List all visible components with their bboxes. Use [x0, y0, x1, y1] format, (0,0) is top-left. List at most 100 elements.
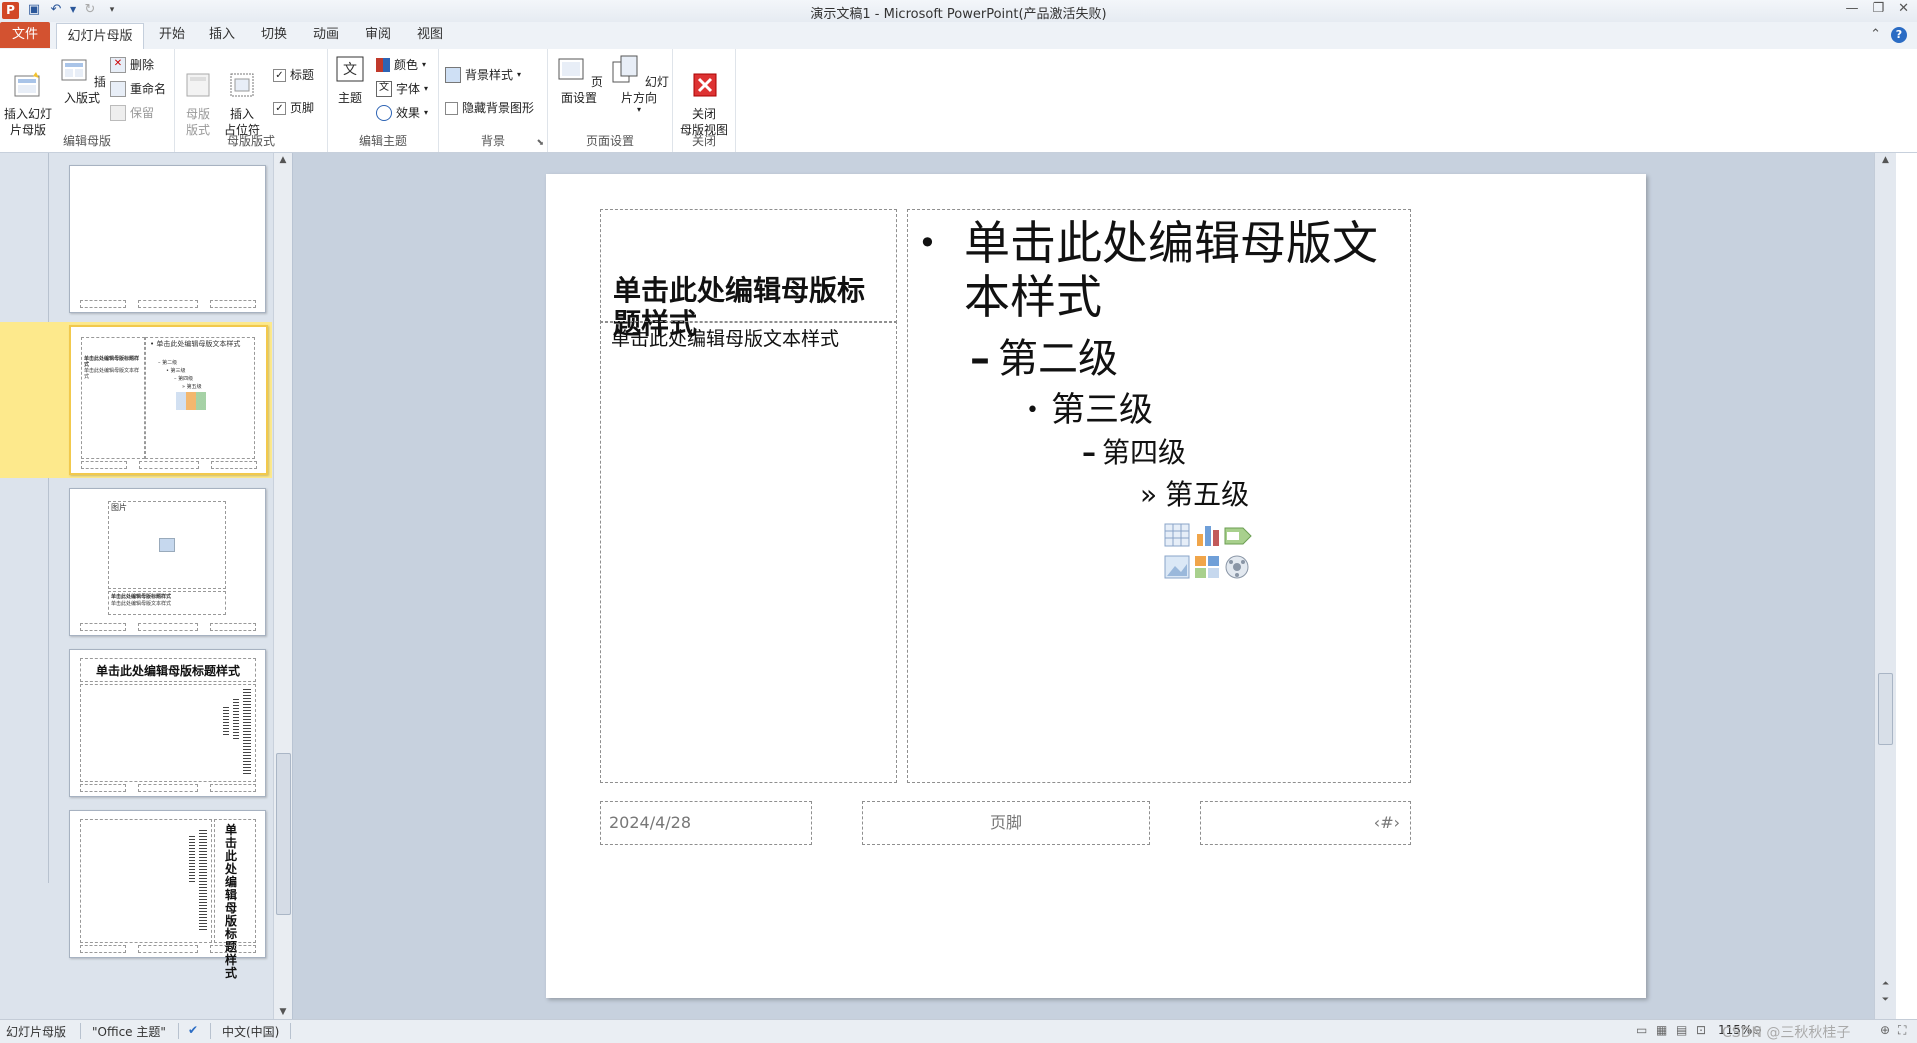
tab-home[interactable]: 开始 — [152, 22, 192, 48]
body-level-4: – 第四级 — [1082, 436, 1187, 469]
zoom-in-icon[interactable]: ⊕ — [1880, 1023, 1890, 1037]
scroll-up-icon[interactable]: ▲ — [274, 155, 292, 165]
layout-thumbnail[interactable] — [69, 165, 266, 313]
slide-editing-area: 单击此处编辑母版标题样式 单击此处编辑母版文本样式 • 单击此处编辑母版文本样式… — [293, 153, 1896, 1019]
slide-number-placeholder[interactable]: ‹#› — [1200, 801, 1411, 845]
layout-thumbnail[interactable]: 单击此处编辑母版标题样式 — [69, 810, 266, 980]
slide-canvas[interactable]: 单击此处编辑母版标题样式 单击此处编辑母版文本样式 • 单击此处编辑母版文本样式… — [546, 174, 1646, 998]
close-master-view-button[interactable]: 关闭 母版视图 — [677, 54, 731, 138]
close-button[interactable]: ✕ — [1898, 1, 1909, 16]
watermark: CSDN @三秋秋桂子 — [1722, 1025, 1851, 1041]
tab-view[interactable]: 视图 — [410, 22, 450, 48]
footer-placeholder[interactable]: 页脚 — [862, 801, 1150, 845]
body-level-1: • 单击此处编辑母版文本样式 — [918, 216, 1378, 324]
scroll-up-icon[interactable]: ▲ — [1875, 155, 1896, 165]
group-label-close: 关闭 — [691, 134, 716, 148]
picture-icon — [159, 538, 175, 552]
normal-view-icon[interactable]: ▭ — [1636, 1023, 1647, 1037]
status-separator — [290, 1023, 291, 1039]
group-edit-theme: 文 主题 颜色 ▾ 文 字体 ▾ 效果 ▾ 编辑主题 — [328, 49, 439, 152]
thumb-picture-placeholder: 图片 — [108, 501, 226, 589]
scrollbar-thumb[interactable] — [1878, 673, 1893, 745]
thumb-number-placeholder — [211, 461, 257, 469]
thumb-footer-placeholder — [138, 784, 198, 792]
thumb-number-placeholder — [210, 784, 256, 792]
slide-area-scrollbar[interactable]: ▲ ⏶ ⏷ — [1874, 153, 1896, 1019]
rename-button[interactable]: 重命名 — [110, 79, 166, 99]
page-setup-button[interactable]: 页面设置 — [552, 54, 606, 106]
footer-checkbox[interactable]: ✓ 页脚 — [273, 98, 314, 118]
theme-indicator[interactable]: "Office 主题" — [92, 1023, 166, 1040]
tab-file[interactable]: 文件 — [0, 22, 50, 48]
paint-bucket-icon — [445, 67, 461, 83]
content-icon-grid — [1164, 523, 1252, 579]
thumb-content-icons — [176, 392, 206, 410]
group-page-setup: 页面设置 幻灯片方向 ▾ 页面设置 — [548, 49, 673, 152]
minimize-button[interactable]: — — [1845, 1, 1858, 16]
title-bar: P ▣ ↶ ▼ ↻ ▾ 演示文稿1 - Microsoft PowerPoint… — [0, 0, 1917, 23]
help-icon[interactable]: ? — [1891, 27, 1907, 43]
page-setup-icon — [558, 58, 584, 80]
spellcheck-icon[interactable]: ✔ — [188, 1023, 198, 1037]
thumb-footer-placeholder — [139, 461, 199, 469]
title-checkbox[interactable]: ✓ 标题 — [273, 65, 314, 85]
theme-icon: 文 — [336, 56, 364, 82]
next-slide-icon[interactable]: ⏷ — [1875, 995, 1896, 1005]
thumb-number-placeholder — [210, 623, 256, 631]
status-bar: 幻灯片母版 "Office 主题" ✔ 中文(中国) ▭ ▦ ▤ ⊡ 115% … — [0, 1019, 1917, 1043]
vertical-text-lines — [199, 830, 207, 930]
slide-orientation-button[interactable]: 幻灯片方向 ▾ — [608, 54, 670, 114]
preserve-button[interactable]: 保留 — [110, 103, 154, 123]
tab-animations[interactable]: 动画 — [306, 22, 346, 48]
placeholder-icon — [230, 73, 254, 97]
thumb-caption-placeholder: 单击此处编辑母版标题样式 单击此处编辑母版文本样式 — [108, 591, 226, 615]
effects-button[interactable]: 效果 ▾ — [376, 103, 428, 123]
tab-review[interactable]: 审阅 — [358, 22, 398, 48]
date-placeholder[interactable]: 2024/4/28 — [600, 801, 812, 845]
layout-thumbnail[interactable]: 单击此处编辑母版标题样式 — [69, 649, 266, 797]
ribbon: 插入幻灯 片母版 插入版式 ✕ 删除 重命名 保留 编辑母版 母版 版式 插入 … — [0, 49, 1917, 153]
body-level-2: – 第二级 — [970, 336, 1118, 382]
scrollbar-thumb[interactable] — [276, 753, 291, 915]
reading-view-icon[interactable]: ▤ — [1676, 1023, 1687, 1037]
insert-layout-button[interactable]: 插入版式 — [56, 54, 108, 106]
slide-thumbnail-pane[interactable]: 单击此处编辑母版标题样式 单击此处编辑母版文本样式 • 单击此处编辑母版文本样式… — [0, 153, 293, 1019]
group-background: 背景样式 ▾ 隐藏背景图形 ⬊ 背景 — [439, 49, 548, 152]
caption-text-placeholder[interactable]: 单击此处编辑母版文本样式 — [600, 321, 897, 783]
hide-background-graphics-checkbox[interactable]: 隐藏背景图形 — [445, 98, 534, 118]
fit-to-window-icon[interactable]: ⛶ — [1898, 1023, 1906, 1038]
insert-picture-icon — [1164, 555, 1190, 579]
slideshow-icon[interactable]: ⊡ — [1696, 1023, 1706, 1037]
insert-slide-master-button[interactable]: 插入幻灯 片母版 — [2, 54, 54, 138]
minimize-ribbon-icon[interactable]: ⌃ — [1870, 27, 1881, 43]
thumb-date-placeholder — [80, 784, 126, 792]
previous-slide-icon[interactable]: ⏶ — [1875, 979, 1896, 989]
thumb-date-placeholder — [80, 945, 126, 953]
thumb-number-placeholder — [210, 300, 256, 308]
content-placeholder[interactable]: • 单击此处编辑母版文本样式 – 第二级 • 第三级 – 第四级 » 第五级 — [907, 209, 1411, 783]
fonts-button[interactable]: 文 字体 ▾ — [376, 79, 428, 99]
insert-placeholder-button[interactable]: 插入 占位符 — [219, 54, 265, 138]
colors-button[interactable]: 颜色 ▾ — [376, 55, 426, 75]
scroll-down-icon[interactable]: ▼ — [274, 1007, 292, 1017]
thumb-date-placeholder — [80, 300, 126, 308]
layout-thumbnail-selected[interactable]: 单击此处编辑母版标题样式 单击此处编辑母版文本样式 • 单击此处编辑母版文本样式… — [69, 325, 268, 475]
slide-sorter-icon[interactable]: ▦ — [1656, 1023, 1667, 1037]
tab-slide-master[interactable]: 幻灯片母版 — [56, 23, 144, 51]
thumbnail-pane-scrollbar[interactable]: ▲ ▼ — [273, 153, 292, 1019]
insert-media-icon — [1225, 555, 1249, 579]
thumb-content-placeholder: • 单击此处编辑母版文本样式 – 第二级 • 第三级 – 第四级 » 第五级 — [145, 337, 255, 459]
language-indicator[interactable]: 中文(中国) — [222, 1023, 279, 1040]
thumb-footer-placeholder — [138, 300, 198, 308]
tab-transitions[interactable]: 切换 — [254, 22, 294, 48]
insert-content-icons — [1163, 522, 1253, 584]
tab-insert[interactable]: 插入 — [202, 22, 242, 48]
title-placeholder[interactable]: 单击此处编辑母版标题样式 — [600, 209, 897, 340]
master-layout-button[interactable]: 母版 版式 — [179, 54, 217, 138]
background-styles-button[interactable]: 背景样式 ▾ — [445, 65, 521, 85]
restore-button[interactable]: ❐ — [1872, 1, 1884, 16]
layout-thumbnail[interactable]: 图片 单击此处编辑母版标题样式 单击此处编辑母版文本样式 — [69, 488, 266, 636]
vertical-text-lines — [233, 699, 239, 739]
delete-button[interactable]: ✕ 删除 — [110, 55, 154, 75]
themes-button[interactable]: 文 主题 — [332, 54, 368, 106]
